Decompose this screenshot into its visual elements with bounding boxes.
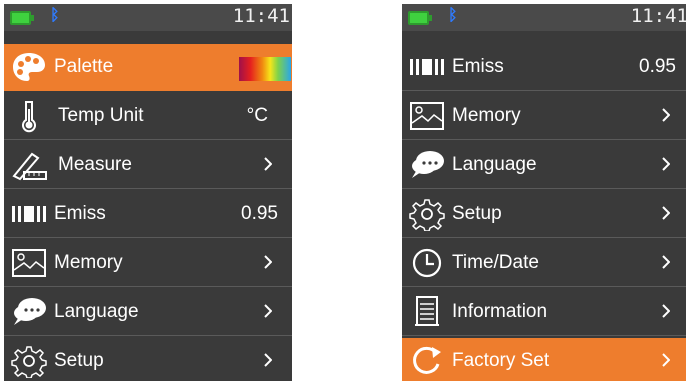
chevron-right-icon [264, 304, 272, 318]
menu-item-setup[interactable]: Setup [402, 191, 686, 238]
menu-item-label: Time/Date [452, 252, 539, 273]
menu-item-label: Language [54, 301, 139, 322]
ruler-pencil-icon [12, 152, 47, 181]
gear-icon [409, 199, 445, 231]
chevron-right-icon [662, 206, 670, 220]
chevron-right-icon [662, 157, 670, 171]
menu-item-label: Language [452, 154, 537, 175]
chat-bubble-icon [412, 151, 444, 178]
menu-item-label: Temp Unit [58, 105, 144, 126]
memory-image-icon [410, 102, 444, 130]
chevron-right-icon [662, 304, 670, 318]
menu-item-information[interactable]: Information [402, 289, 686, 336]
chevron-right-icon [662, 108, 670, 122]
bluetooth-icon: ᛒ [50, 7, 60, 24]
emissivity-icon [410, 59, 444, 75]
menu-item-label: Measure [58, 154, 132, 175]
menu-item-label: Setup [54, 350, 104, 371]
menu-item-label: Emiss [54, 203, 106, 224]
status-bar: ᛒ 11:41 [402, 4, 686, 31]
memory-image-icon [12, 249, 46, 277]
menu-item-setup[interactable]: Setup [4, 338, 292, 381]
emiss-value: 0.95 [241, 203, 278, 224]
menu-item-emiss[interactable]: Emiss 0.95 [4, 191, 292, 238]
status-clock: 11:41 [232, 5, 290, 27]
thermometer-icon [22, 101, 36, 133]
menu-item-memory[interactable]: Memory [402, 93, 686, 140]
document-icon [415, 296, 439, 326]
chevron-right-icon [662, 255, 670, 269]
menu-item-measure[interactable]: Measure [4, 142, 292, 189]
device-screen-right: ᛒ 11:41 Emiss 0.95 Memory Language Setup… [402, 4, 686, 381]
reset-icon [413, 346, 441, 374]
chat-bubble-icon [14, 298, 46, 325]
menu-item-temp-unit[interactable]: Temp Unit °C [4, 93, 292, 140]
menu-item-palette[interactable]: Palette [4, 44, 292, 91]
palette-icon [13, 53, 45, 81]
battery-icon [408, 11, 432, 25]
temp-unit-value: °C [246, 105, 268, 126]
menu-item-label: Factory Set [452, 350, 550, 371]
status-bar: ᛒ 11:41 [4, 4, 292, 31]
clock-icon [412, 248, 442, 278]
bluetooth-icon: ᛒ [448, 7, 458, 24]
chevron-right-icon [264, 255, 272, 269]
menu-item-label: Memory [54, 252, 123, 273]
menu-item-label: Setup [452, 203, 502, 224]
menu-item-memory[interactable]: Memory [4, 240, 292, 287]
battery-icon [10, 11, 34, 25]
chevron-right-icon [662, 353, 670, 367]
menu-item-label: Palette [54, 56, 114, 77]
menu-item-label: Memory [452, 105, 521, 126]
chevron-right-icon [264, 157, 272, 171]
emiss-value: 0.95 [639, 56, 676, 77]
palette-gradient-preview [239, 57, 291, 81]
chevron-right-icon [264, 353, 272, 367]
device-screen-left: ᛒ 11:41 Palette Temp Unit °C Measure Emi… [4, 4, 292, 381]
menu-item-factory-set[interactable]: Factory Set [402, 338, 686, 381]
menu-item-time-date[interactable]: Time/Date [402, 240, 686, 287]
menu-item-language[interactable]: Language [402, 142, 686, 189]
status-clock: 11:41 [630, 5, 686, 27]
emissivity-icon [12, 206, 46, 222]
gear-icon [11, 346, 47, 378]
menu-item-label: Emiss [452, 56, 504, 77]
menu-item-emiss[interactable]: Emiss 0.95 [402, 44, 686, 91]
menu-item-label: Information [452, 301, 548, 322]
menu-item-language[interactable]: Language [4, 289, 292, 336]
